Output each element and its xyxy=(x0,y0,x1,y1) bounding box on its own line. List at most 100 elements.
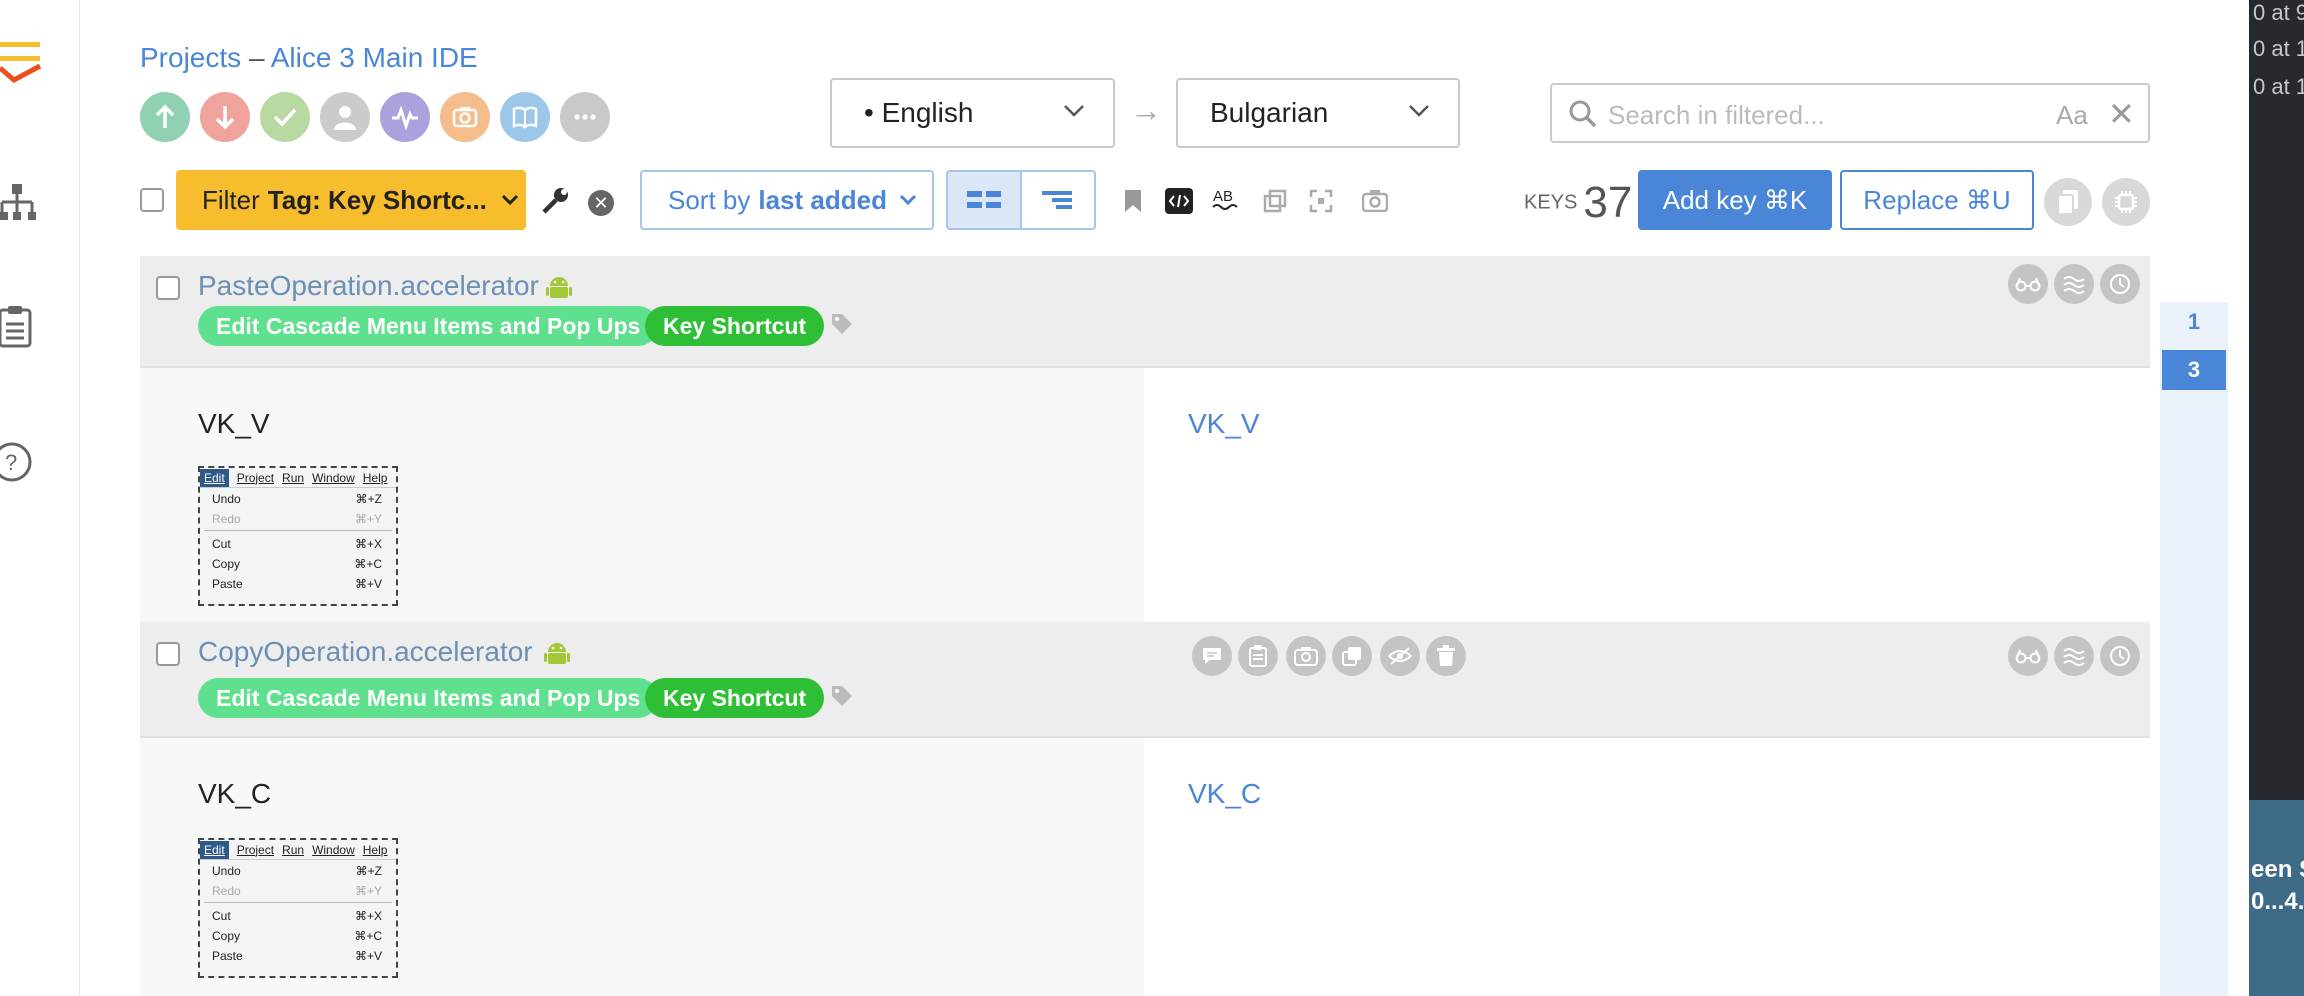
breadcrumb: Projects – Alice 3 Main IDE xyxy=(140,42,478,74)
more-icon[interactable] xyxy=(560,92,610,142)
list-view-toggle[interactable] xyxy=(946,170,1022,230)
camera-icon[interactable] xyxy=(440,92,490,142)
tag-edit-cascade[interactable]: Edit Cascade Menu Items and Pop Ups xyxy=(198,678,659,718)
clear-search-icon[interactable]: ✕ xyxy=(2108,95,2135,133)
key-checkbox[interactable] xyxy=(156,642,180,666)
replace-button[interactable]: Replace ⌘U xyxy=(1840,170,2034,230)
tag-key-shortcut[interactable]: Key Shortcut xyxy=(645,306,825,346)
menu-item-shortcut: ⌘+X xyxy=(354,537,382,551)
screenshot-filter-icon[interactable] xyxy=(1360,186,1390,216)
menu-item-shortcut: ⌘+Z xyxy=(355,864,382,878)
breadcrumb-project[interactable]: Alice 3 Main IDE xyxy=(271,42,478,73)
menu-item-label: Undo xyxy=(212,492,241,506)
source-text[interactable]: VK_C xyxy=(198,778,271,810)
tree-view-toggle[interactable] xyxy=(1020,170,1096,230)
menu-item-label: Redo xyxy=(212,884,241,898)
history-icon[interactable] xyxy=(2100,264,2140,304)
spellcheck-icon[interactable]: AB xyxy=(1212,186,1242,216)
duplicates-icon[interactable] xyxy=(1260,186,1290,216)
search-input[interactable]: Search in filtered... Aa ✕ xyxy=(1550,83,2150,143)
waves-icon[interactable] xyxy=(2054,636,2094,676)
page-link[interactable]: 1 xyxy=(2162,302,2226,342)
sort-dropdown[interactable]: Sort by last added xyxy=(640,170,934,230)
history-icon[interactable] xyxy=(2100,636,2140,676)
target-language-select[interactable]: Bulgarian xyxy=(1176,78,1460,148)
waves-icon[interactable] xyxy=(2054,264,2094,304)
keys-count: 37 xyxy=(1583,178,1633,227)
filter-dropdown[interactable]: Filter Tag: Key Shortc... xyxy=(176,170,526,230)
keys-counter: KEYS 37 xyxy=(1524,178,1632,228)
menu-edit: Edit xyxy=(200,840,229,859)
activity-icon[interactable] xyxy=(380,92,430,142)
keys-label: KEYS xyxy=(1524,191,1578,214)
copy-icon[interactable] xyxy=(1332,636,1372,676)
menu-project: Project xyxy=(236,470,275,485)
glasses-icon[interactable] xyxy=(2008,636,2048,676)
tasks-icon[interactable] xyxy=(0,40,44,84)
menu-help: Help xyxy=(362,842,388,857)
breadcrumb-projects[interactable]: Projects xyxy=(140,42,241,73)
key-screenshot[interactable]: Edit Project Run Window Help Undo ⌘+Z Red… xyxy=(198,466,398,606)
translation-text[interactable]: VK_V xyxy=(1188,408,1260,440)
delete-icon[interactable] xyxy=(1426,636,1466,676)
match-case-toggle[interactable]: Aa xyxy=(2056,100,2088,131)
list-view-icon xyxy=(967,191,1001,208)
page-link-active[interactable]: 3 xyxy=(2162,350,2226,390)
user-icon[interactable] xyxy=(320,92,370,142)
add-tag-icon[interactable] xyxy=(830,684,854,713)
machine-translation-icon[interactable] xyxy=(2102,178,2150,226)
glasses-icon[interactable] xyxy=(2008,264,2048,304)
wrench-icon[interactable] xyxy=(540,184,572,221)
check-icon[interactable] xyxy=(260,92,310,142)
download-icon[interactable] xyxy=(200,92,250,142)
menu-divider xyxy=(204,530,392,531)
clipboard-icon[interactable] xyxy=(1238,636,1278,676)
upload-icon[interactable] xyxy=(140,92,190,142)
menu-help: Help xyxy=(362,470,388,485)
desktop-text: 0 at 1 xyxy=(2253,74,2304,99)
source-text[interactable]: VK_V xyxy=(198,408,270,440)
hide-icon[interactable] xyxy=(1380,636,1420,676)
select-all-checkbox[interactable] xyxy=(140,188,164,212)
menu-divider xyxy=(204,902,392,903)
filter-value: Tag: Key Shortc... xyxy=(267,184,487,215)
clear-filter-icon[interactable]: ✕ xyxy=(588,190,614,216)
thumbnail-label: 0...4. xyxy=(2251,888,2304,915)
search-placeholder: Search in filtered... xyxy=(1608,100,1825,130)
breadcrumb-separator: – xyxy=(248,42,265,73)
help-icon[interactable]: ? xyxy=(0,440,44,484)
focus-icon[interactable] xyxy=(1306,186,1336,216)
key-name[interactable]: PasteOperation.accelerator xyxy=(198,270,539,302)
tree-view-icon xyxy=(1042,191,1072,209)
menu-project: Project xyxy=(236,842,275,857)
tag-edit-cascade[interactable]: Edit Cascade Menu Items and Pop Ups xyxy=(198,306,659,346)
clipboard-icon[interactable] xyxy=(0,306,44,350)
key-row: PasteOperation.accelerator Edit Cascade … xyxy=(140,256,2150,366)
key-checkbox[interactable] xyxy=(156,276,180,300)
menu-item: Cut ⌘+X xyxy=(200,905,396,925)
source-language-select[interactable]: • English xyxy=(830,78,1115,148)
tag-key-shortcut[interactable]: Key Shortcut xyxy=(645,678,825,718)
comment-icon[interactable] xyxy=(1192,636,1232,676)
desktop-text: 0 at 1 xyxy=(2253,36,2304,61)
menu-item: Paste ⌘+V xyxy=(200,945,396,965)
copy-doc-icon[interactable] xyxy=(2044,178,2092,226)
add-key-button[interactable]: Add key ⌘K xyxy=(1638,170,1832,230)
sort-value: last added xyxy=(758,184,887,215)
android-icon xyxy=(544,640,570,673)
bookmark-icon[interactable] xyxy=(1118,186,1148,216)
key-screenshot[interactable]: Edit Project Run Window Help Undo ⌘+Z Red… xyxy=(198,838,398,978)
chevron-down-icon xyxy=(899,194,917,206)
camera-icon[interactable] xyxy=(1286,636,1326,676)
menu-edit: Edit xyxy=(200,468,229,487)
menu-item-shortcut: ⌘+C xyxy=(354,557,382,571)
code-icon[interactable] xyxy=(1164,186,1194,216)
translation-text[interactable]: VK_C xyxy=(1188,778,1261,810)
key-name[interactable]: CopyOperation.accelerator xyxy=(198,636,533,668)
desktop-thumbnail[interactable]: een S 0...4. xyxy=(2249,800,2304,996)
glossary-icon[interactable] xyxy=(500,92,550,142)
structure-icon[interactable] xyxy=(0,182,44,226)
add-tag-icon[interactable] xyxy=(830,312,854,341)
source-language-value: • English xyxy=(864,97,974,128)
menu-item: Copy ⌘+C xyxy=(200,553,396,573)
